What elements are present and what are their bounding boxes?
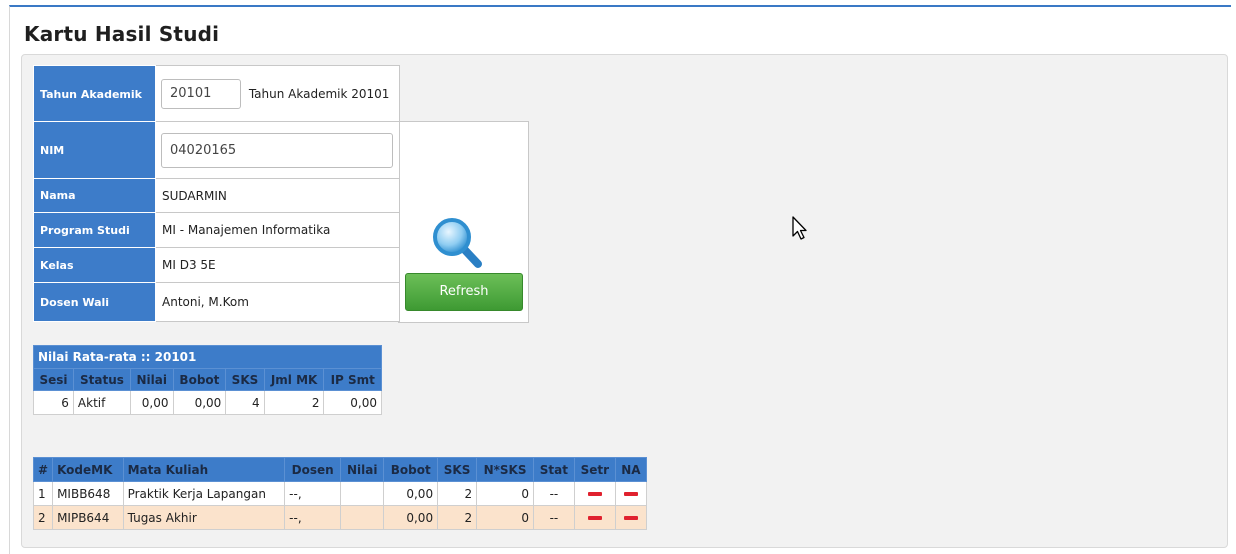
courses-table: # KodeMK Mata Kuliah Dosen Nilai Bobot S…	[32, 457, 648, 530]
course-bobot: 0,00	[383, 481, 439, 506]
course-nsks: 0	[476, 505, 534, 530]
course-header: Bobot	[383, 457, 439, 482]
course-header: NA	[614, 457, 648, 482]
summary-header: IP Smt	[323, 368, 382, 391]
na-cell	[614, 481, 648, 506]
course-header: N*SKS	[476, 457, 534, 482]
kelas-value: MI D3 5E	[155, 247, 400, 283]
course-kode: MIPB644	[52, 505, 124, 530]
nim-input[interactable]: 04020165	[161, 132, 393, 168]
nim-label: NIM	[33, 121, 156, 179]
course-sks: 2	[437, 505, 478, 530]
summary-nilai: 0,00	[129, 390, 174, 415]
mouse-pointer-icon	[792, 216, 807, 240]
tahun-text: Tahun Akademik 20101	[248, 86, 390, 101]
minus-icon[interactable]	[623, 516, 638, 520]
summary-header: Nilai	[129, 368, 174, 391]
summary-caption: Nilai Rata-rata :: 20101	[33, 345, 382, 369]
table-row: 1 MIBB648 Praktik Kerja Lapangan --, 0,0…	[32, 481, 648, 506]
summary-header: Jml MK	[263, 368, 325, 391]
kelas-label: Kelas	[33, 247, 156, 283]
course-no: 1	[32, 481, 54, 506]
course-no: 2	[32, 505, 54, 530]
course-nama: Praktik Kerja Lapangan	[122, 481, 286, 506]
course-header: Stat	[533, 457, 575, 482]
tahun-table: Tahun Akademik 20101 Tahun Akademik 2010…	[33, 65, 400, 123]
course-dosen: --,	[284, 481, 342, 506]
course-kode: MIBB648	[52, 481, 124, 506]
table-row: 2 MIPB644 Tugas Akhir --, 0,00 2 0 --	[32, 505, 648, 530]
magnifier-icon[interactable]	[432, 215, 496, 271]
dosen-wali-label: Dosen Wali	[33, 282, 156, 322]
minus-icon[interactable]	[587, 492, 602, 496]
summary-sks: 4	[225, 390, 265, 415]
course-nsks: 0	[476, 481, 534, 506]
nama-label: Nama	[33, 178, 156, 213]
summary-table: Nilai Rata-rata :: 20101 Sesi Status Nil…	[33, 345, 382, 415]
course-header: Nilai	[340, 457, 385, 482]
dosen-wali-value: Antoni, M.Kom	[155, 282, 400, 322]
course-header: Dosen	[284, 457, 342, 482]
course-header: #	[32, 457, 54, 482]
setr-cell	[573, 481, 616, 506]
summary-header: Status	[72, 368, 131, 391]
tahun-cell: 20101 Tahun Akademik 20101	[155, 65, 400, 123]
tahun-input[interactable]: 20101	[161, 79, 241, 109]
minus-icon[interactable]	[623, 492, 638, 496]
nim-cell: 04020165	[155, 121, 400, 179]
tahun-label: Tahun Akademik	[33, 65, 156, 123]
setr-cell	[573, 505, 616, 530]
course-nilai	[340, 505, 385, 530]
summary-header: Sesi	[33, 368, 74, 391]
prodi-label: Program Studi	[33, 212, 156, 248]
na-cell	[614, 505, 648, 530]
prodi-value: MI - Manajemen Informatika	[155, 212, 400, 248]
course-header: KodeMK	[52, 457, 124, 482]
summary-ip-smt: 0,00	[323, 390, 382, 415]
nama-value: SUDARMIN	[155, 178, 400, 213]
summary-status: Aktif	[72, 390, 131, 415]
course-bobot: 0,00	[383, 505, 439, 530]
course-dosen: --,	[284, 505, 342, 530]
minus-icon[interactable]	[587, 516, 602, 520]
summary-jml-mk: 2	[263, 390, 325, 415]
course-header: SKS	[437, 457, 478, 482]
course-sks: 2	[437, 481, 478, 506]
course-nama: Tugas Akhir	[122, 505, 286, 530]
summary-header: SKS	[225, 368, 265, 391]
page-title: Kartu Hasil Studi	[24, 22, 220, 46]
course-nilai	[340, 481, 385, 506]
course-header: Mata Kuliah	[122, 457, 286, 482]
student-info-table: NIM 04020165 Nama SUDARMIN Program Studi…	[33, 121, 400, 322]
course-header: Setr	[573, 457, 616, 482]
course-stat: --	[533, 505, 575, 530]
summary-header: Bobot	[172, 368, 227, 391]
summary-sesi: 6	[33, 390, 74, 415]
summary-bobot: 0,00	[172, 390, 227, 415]
refresh-button[interactable]: Refresh	[405, 273, 523, 311]
course-stat: --	[533, 481, 575, 506]
